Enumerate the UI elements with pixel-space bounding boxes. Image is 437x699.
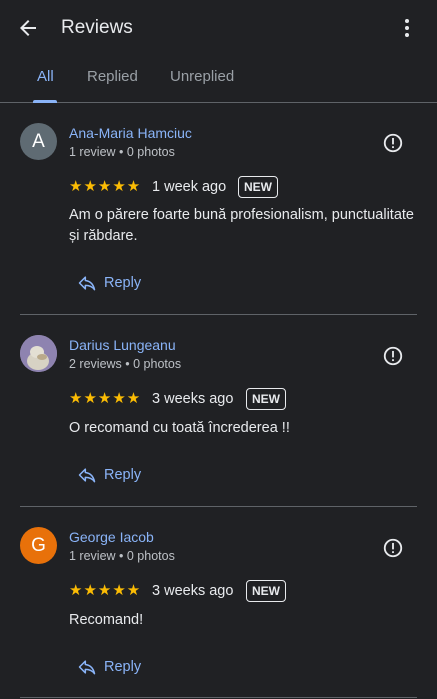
review-date: 1 week ago	[152, 179, 227, 195]
reviewer-name[interactable]: George Iacob	[69, 529, 154, 545]
reviewer-name[interactable]: Ana-Maria Hamciuc	[69, 125, 192, 141]
review-text: Recomand!	[69, 612, 144, 628]
reply-icon	[78, 660, 96, 675]
avatar: G	[20, 527, 57, 564]
divider	[20, 697, 417, 698]
review-date: 3 weeks ago	[152, 391, 234, 407]
avatar	[20, 335, 57, 372]
reply-label: Reply	[104, 467, 142, 483]
reviewer-meta: 1 review • 0 photos	[69, 549, 175, 563]
back-arrow-icon[interactable]	[16, 16, 40, 40]
reply-icon	[78, 468, 96, 483]
avatar: A	[20, 123, 57, 160]
review-text: O recomand cu toată încrederea !!	[69, 420, 290, 436]
tab-unreplied[interactable]: Unreplied	[170, 68, 234, 85]
active-tab-indicator	[33, 100, 57, 103]
report-icon[interactable]	[382, 537, 404, 559]
star-rating: ★★★★★	[69, 178, 142, 195]
new-badge: NEW	[246, 580, 286, 602]
divider	[20, 314, 417, 315]
reply-icon	[78, 276, 96, 291]
reviewer-meta: 1 review • 0 photos	[69, 145, 175, 159]
review-text: Am o părere foarte bună profesionalism, …	[69, 207, 414, 244]
avatar-photo-icon	[20, 335, 57, 372]
tab-all[interactable]: All	[37, 68, 54, 85]
report-icon[interactable]	[382, 132, 404, 154]
reviewer-name[interactable]: Darius Lungeanu	[69, 337, 176, 353]
reviewer-meta: 2 reviews • 0 photos	[69, 357, 182, 371]
page-title: Reviews	[61, 17, 133, 38]
new-badge: NEW	[238, 176, 278, 198]
reply-label: Reply	[104, 659, 142, 675]
review-filter-tabs: All Replied Unreplied	[0, 58, 437, 103]
report-icon[interactable]	[382, 345, 404, 367]
tab-replied[interactable]: Replied	[87, 68, 138, 85]
star-rating: ★★★★★	[69, 582, 142, 599]
reply-button[interactable]: Reply	[77, 271, 141, 295]
divider	[20, 506, 417, 507]
reply-button[interactable]: Reply	[77, 655, 141, 679]
new-badge: NEW	[246, 388, 286, 410]
reply-button[interactable]: Reply	[77, 463, 141, 487]
star-rating: ★★★★★	[69, 390, 142, 407]
app-bar: Reviews	[0, 0, 437, 56]
more-options-icon[interactable]	[395, 16, 419, 40]
review-date: 3 weeks ago	[152, 583, 234, 599]
reply-label: Reply	[104, 275, 142, 291]
